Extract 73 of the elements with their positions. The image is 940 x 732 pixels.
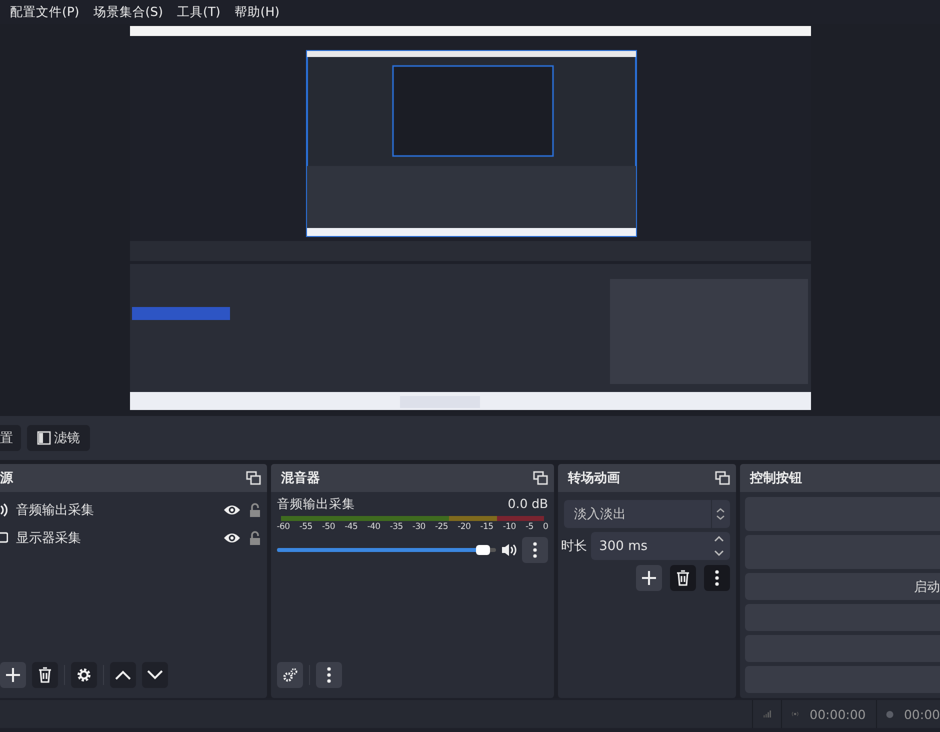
volume-reading: 0.0 dB	[508, 496, 548, 513]
chevron-up-icon	[115, 670, 131, 680]
remove-button[interactable]	[670, 565, 696, 591]
channel-menu-button[interactable]	[522, 537, 548, 563]
lock-icon[interactable]	[248, 530, 261, 546]
speaker-waves-icon	[0, 503, 8, 517]
timer-text: 00:00:00	[810, 706, 866, 722]
source-item[interactable]: 显示器采集	[0, 524, 261, 552]
meter-tick-label: -15	[480, 522, 494, 532]
properties-button[interactable]	[71, 662, 97, 688]
updown-icon	[714, 535, 724, 557]
source-name: 显示器采集	[16, 530, 82, 547]
meter-tick-label: -20	[458, 522, 471, 532]
menu-item[interactable]: 配置文件(P)	[10, 4, 80, 20]
timer-text: 00:00	[904, 706, 940, 722]
meter-tick-label: -60	[276, 522, 290, 532]
more-icon	[714, 570, 719, 586]
panel-title: 控制按钮	[750, 470, 802, 487]
meter-tick-label: -50	[322, 522, 335, 532]
meter-tick-label: -45	[344, 522, 358, 532]
updown-icon	[716, 507, 726, 521]
transition-dropdown[interactable]: 淡入淡出	[564, 500, 730, 528]
add-icon	[5, 667, 21, 683]
meter-tick-label: -40	[367, 522, 380, 532]
source-name: 音频输出采集	[16, 502, 95, 519]
undock-icon[interactable]	[714, 471, 730, 485]
panel-title: 源	[0, 470, 13, 487]
volume-slider[interactable]	[276, 548, 496, 552]
add-button[interactable]	[636, 565, 662, 591]
more-icon	[326, 667, 331, 683]
meter-tick-label: -10	[502, 522, 516, 532]
trash-icon	[38, 667, 52, 683]
eye-icon[interactable]	[222, 504, 241, 516]
chevron-down-icon	[147, 670, 163, 680]
lock-icon[interactable]	[248, 502, 261, 518]
move-up-button[interactable]	[110, 662, 136, 688]
more-icon	[533, 542, 538, 558]
panel-title: 混音器	[280, 470, 320, 487]
add-icon	[640, 570, 657, 586]
monitor-icon	[0, 531, 8, 545]
panel-title: 转场动画	[568, 470, 620, 487]
meter-tick-label: 0	[542, 522, 548, 532]
meter-tick-label: -30	[412, 522, 426, 532]
control-button[interactable]: 启动	[744, 573, 940, 600]
mixer-menu-button[interactable]	[316, 662, 342, 688]
meter-tick-label: -35	[390, 522, 403, 532]
settings-icon	[76, 667, 92, 683]
transition-menu-button[interactable]	[704, 565, 730, 591]
trash-icon	[676, 570, 690, 586]
move-down-button[interactable]	[142, 662, 168, 688]
eye-icon[interactable]	[222, 532, 241, 544]
toolbar-button[interactable]: 置	[0, 425, 21, 451]
menu-item[interactable]: 工具(T)	[177, 4, 220, 20]
add-button[interactable]	[0, 662, 26, 688]
meter-tick-label: -55	[299, 522, 312, 532]
gears-icon	[282, 667, 298, 683]
undock-icon[interactable]	[246, 471, 261, 485]
undock-icon[interactable]	[533, 471, 548, 485]
toolbar-button[interactable]: 滤镜	[27, 425, 90, 451]
signal-icon	[762, 708, 771, 720]
duration-label: 时长	[561, 538, 588, 555]
source-item[interactable]: 音频输出采集	[0, 496, 261, 524]
filter-icon	[37, 431, 51, 445]
broadcast-icon	[791, 709, 800, 719]
speaker-icon[interactable]	[501, 543, 518, 557]
channel-name: 音频输出采集	[276, 496, 355, 513]
meter-tick-label: -25	[435, 522, 448, 532]
advanced-audio-button[interactable]	[276, 662, 303, 688]
meter-tick-label: -5	[525, 522, 534, 532]
menu-item[interactable]: 帮助(H)	[234, 4, 280, 20]
menu-item[interactable]: 场景集合(S)	[93, 4, 163, 20]
remove-button[interactable]	[32, 662, 58, 688]
duration-field[interactable]: 300 ms	[591, 532, 730, 560]
